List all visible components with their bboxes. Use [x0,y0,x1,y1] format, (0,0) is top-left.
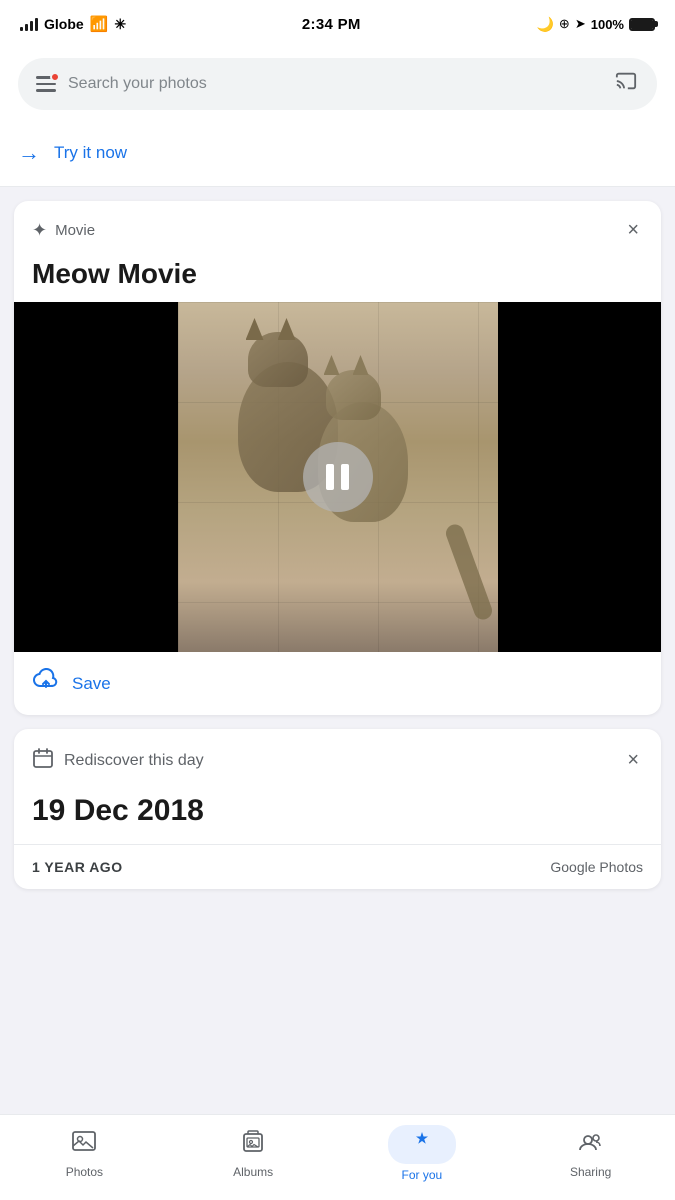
bottom-navigation: Photos Albums For you [0,1114,675,1200]
movie-card-header: ✦ Movie × [14,201,661,256]
gps-icon: ➤ [575,16,586,32]
movie-section-label: Movie [55,222,95,239]
location-icon: ⊕ [559,16,570,32]
wifi-icon: 📶 [90,15,109,33]
battery-percent: 100% [591,17,624,32]
year-ago-row: 1 YEAR AGO Google Photos [14,844,661,889]
moon-icon: 🌙 [536,16,553,33]
for-you-icon [410,1129,434,1160]
rediscover-close-button[interactable]: × [623,745,643,776]
rediscover-label: Rediscover this day [64,752,204,770]
nav-item-albums[interactable]: Albums [213,1128,293,1179]
for-you-active-bg [388,1125,456,1164]
rediscover-card-header: Rediscover this day × [14,729,661,786]
photos-icon [71,1128,97,1161]
pause-icon [326,464,349,490]
try-it-now-row[interactable]: → Try it now [0,124,675,187]
search-bar[interactable]: Search your photos [18,58,657,110]
save-button[interactable]: Save [72,674,111,694]
battery-icon [629,18,655,31]
nav-item-for-you[interactable]: For you [382,1125,462,1182]
albums-nav-label: Albums [233,1165,273,1179]
carrier-label: Globe [44,16,84,32]
search-placeholder[interactable]: Search your photos [68,75,601,93]
time-display: 2:34 PM [302,16,361,33]
video-player[interactable] [14,302,661,652]
cast-icon[interactable] [613,70,639,98]
year-ago-label: 1 YEAR AGO [32,859,123,875]
cloud-save-icon [32,668,60,699]
search-section: Search your photos [0,44,675,124]
rediscover-card: Rediscover this day × 19 Dec 2018 1 YEAR… [14,729,661,889]
loader-icon: ✳ [114,16,126,33]
google-photos-label: Google Photos [550,859,643,875]
save-row: Save [14,652,661,715]
nav-item-photos[interactable]: Photos [44,1128,124,1179]
arrow-right-icon: → [18,140,40,166]
albums-icon [240,1128,266,1161]
movie-title: Meow Movie [14,256,661,302]
sharing-icon [578,1128,604,1161]
calendar-icon [32,747,54,775]
menu-icon-wrap[interactable] [36,76,56,92]
sparkle-icon: ✦ [32,220,47,241]
photos-nav-label: Photos [66,1165,103,1179]
nav-item-sharing[interactable]: Sharing [551,1128,631,1179]
sharing-nav-label: Sharing [570,1165,611,1179]
date-title: 19 Dec 2018 [14,786,661,844]
status-bar: Globe 📶 ✳ 2:34 PM 🌙 ⊕ ➤ 100% [0,0,675,44]
movie-close-button[interactable]: × [623,215,643,246]
notification-dot [50,72,60,82]
movie-card: ✦ Movie × Meow Movie [14,201,661,715]
signal-icon [20,17,38,31]
try-it-now-button[interactable]: Try it now [54,143,127,163]
for-you-nav-label: For you [402,1168,443,1182]
play-pause-button[interactable] [303,442,373,512]
